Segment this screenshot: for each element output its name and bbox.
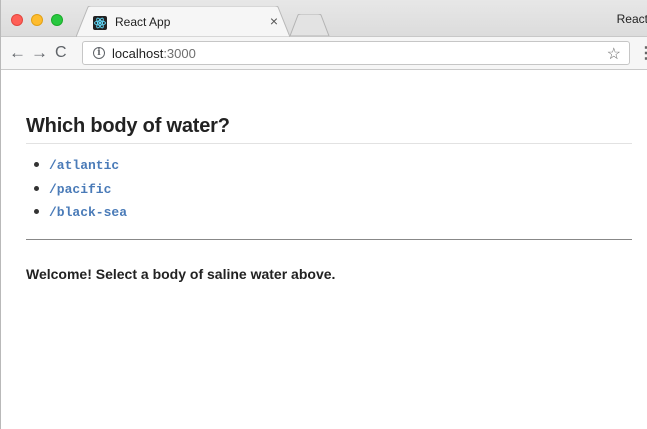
- link-atlantic[interactable]: /atlantic: [49, 158, 119, 173]
- window-maximize-button[interactable]: [51, 14, 63, 26]
- tab-shape: [76, 6, 290, 37]
- forward-arrow-icon[interactable]: →: [31, 43, 48, 63]
- react-logo-icon: [93, 16, 107, 30]
- title-bar: React App × React: [1, 0, 647, 37]
- window-minimize-button[interactable]: [31, 14, 43, 26]
- url-host: localhost: [112, 46, 164, 61]
- browser-window: React App × React ← → C i localhost:3000…: [0, 0, 647, 429]
- window-close-button[interactable]: [11, 14, 23, 26]
- page-content: Which body of water? /atlantic /pacific …: [2, 70, 647, 429]
- page-title: Which body of water?: [26, 115, 230, 137]
- section-divider: [26, 239, 632, 240]
- bullet-icon: [34, 162, 39, 167]
- list-item: /black-sea: [26, 203, 127, 227]
- address-url[interactable]: localhost:3000: [112, 46, 196, 61]
- back-arrow-icon[interactable]: ←: [9, 43, 26, 63]
- heading-divider: [26, 143, 632, 144]
- list-item: /atlantic: [26, 156, 127, 180]
- address-bar[interactable]: i localhost:3000 ☆: [82, 41, 630, 65]
- close-icon[interactable]: ×: [270, 13, 278, 29]
- bullet-icon: [34, 209, 39, 214]
- link-pacific[interactable]: /pacific: [49, 182, 111, 197]
- link-black-sea[interactable]: /black-sea: [49, 205, 127, 220]
- menu-icon[interactable]: ⋮: [638, 43, 647, 63]
- new-tab-button[interactable]: [290, 14, 330, 36]
- link-list: /atlantic /pacific /black-sea: [26, 156, 127, 227]
- profile-label[interactable]: React: [617, 12, 647, 26]
- info-icon[interactable]: i: [93, 47, 105, 59]
- browser-toolbar: ← → C i localhost:3000 ☆ ⋮: [1, 37, 647, 70]
- welcome-message: Welcome! Select a body of saline water a…: [26, 266, 336, 282]
- list-item: /pacific: [26, 180, 127, 204]
- tab-title: React App: [115, 15, 171, 29]
- browser-tab[interactable]: React App ×: [76, 6, 290, 37]
- url-port: :3000: [163, 46, 196, 61]
- star-icon[interactable]: ☆: [607, 44, 621, 64]
- reload-icon[interactable]: C: [55, 43, 67, 63]
- bullet-icon: [34, 185, 39, 191]
